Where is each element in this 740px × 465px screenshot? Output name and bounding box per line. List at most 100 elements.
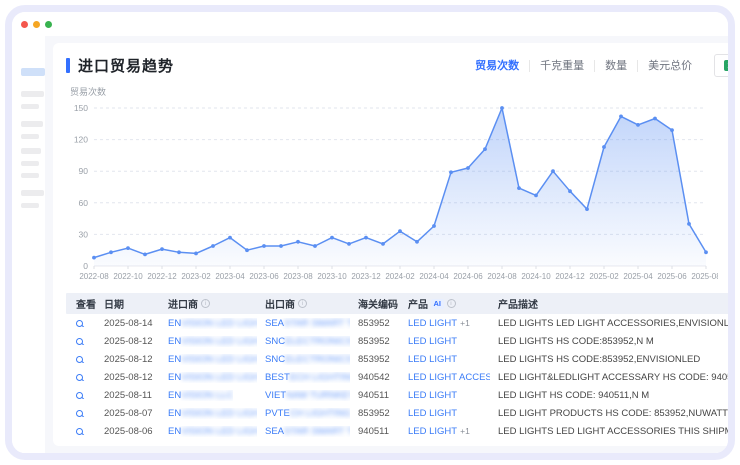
sidebar-item-active[interactable] — [21, 68, 45, 76]
company-name-pre: VIET — [265, 390, 286, 401]
trade-table: 查看日期进口商出口商海关编码产品AI产品描述原产国2025-08-14ENVIS… — [66, 293, 735, 440]
product-cell[interactable]: LED LIGHT — [404, 390, 494, 401]
exporter-cell[interactable]: VIETNAM TURNKEY — [261, 390, 354, 401]
company-name-pre: EN — [168, 318, 181, 329]
info-icon[interactable] — [298, 299, 307, 308]
importer-cell[interactable]: ENVISION LED LIGHTING L... — [164, 336, 261, 347]
metric-tab-1[interactable]: 千克重量 — [529, 60, 594, 72]
date-cell: 2025-08-12 — [100, 372, 164, 383]
product-cell[interactable]: LED LIGHT — [404, 336, 494, 347]
exporter-cell[interactable]: PVTECH LIGHTINGW VI... — [261, 408, 354, 419]
table-row: 2025-08-12ENVISION LED LIGHTING L...SNCE… — [66, 350, 735, 368]
product-cell[interactable]: LED LIGHT — [404, 408, 494, 419]
view-detail-icon[interactable] — [76, 320, 83, 327]
company-name-pre: EN — [168, 390, 181, 401]
product-cell[interactable]: LED LIGHT ACCESSORY — [404, 372, 494, 383]
product-link[interactable]: LED LIGHT — [408, 408, 457, 419]
hs-code-cell: 940511 — [354, 426, 404, 437]
product-link[interactable]: LED LIGHT — [408, 318, 457, 329]
sidebar-item[interactable] — [21, 104, 39, 109]
view-detail-icon[interactable] — [76, 428, 83, 435]
svg-text:120: 120 — [74, 135, 88, 145]
window-close-button[interactable] — [21, 21, 28, 28]
export-excel-button[interactable]: 导出Excel — [714, 54, 735, 77]
table-row: 2025-08-14ENVISION LED LIGHTING L...SEAS… — [66, 314, 735, 332]
sidebar-item[interactable] — [21, 134, 39, 139]
exporter-cell[interactable]: SEASTAR SMART TECH ... — [261, 426, 354, 437]
svg-text:2023-06: 2023-06 — [249, 272, 279, 281]
date-cell: 2025-08-06 — [100, 426, 164, 437]
product-cell[interactable]: LED LIGHT+1 — [404, 426, 494, 437]
importer-cell[interactable]: ENVISION LED LIGHTING L... — [164, 408, 261, 419]
svg-text:2025-08: 2025-08 — [691, 272, 718, 281]
company-name-pre: EN — [168, 426, 181, 437]
svg-text:2022-10: 2022-10 — [113, 272, 143, 281]
browser-window: 进口贸易趋势 贸易次数千克重量数量美元总价 导出Excel 贸易次数 — [5, 5, 735, 460]
svg-text:2023-12: 2023-12 — [351, 272, 381, 281]
company-name-blur: VISION LED LIGHTI — [181, 318, 257, 329]
exporter-cell[interactable]: SNCELECTRONICSVIET... — [261, 336, 354, 347]
importer-cell[interactable]: ENVISION LED LIGHTING L... — [164, 372, 261, 383]
svg-text:2024-06: 2024-06 — [453, 272, 483, 281]
sidebar-item[interactable] — [21, 173, 39, 178]
panel-header: 进口贸易趋势 贸易次数千克重量数量美元总价 导出Excel — [66, 54, 735, 77]
importer-cell[interactable]: ENVISION LED LIGHTING L... — [164, 318, 261, 329]
product-link[interactable]: LED LIGHT — [408, 390, 457, 401]
column-header-product: 产品AI — [404, 296, 494, 311]
importer-cell[interactable]: ENVISION LED LIGHTING L... — [164, 354, 261, 365]
product-link[interactable]: LED LIGHT — [408, 354, 457, 365]
sidebar-item[interactable] — [21, 121, 43, 127]
window-minimize-button[interactable] — [33, 21, 40, 28]
date-cell: 2025-08-14 — [100, 318, 164, 329]
product-cell[interactable]: LED LIGHT+1 — [404, 318, 494, 329]
svg-text:90: 90 — [79, 166, 89, 176]
metric-tab-3[interactable]: 美元总价 — [637, 60, 702, 72]
svg-text:0: 0 — [83, 261, 88, 271]
column-header-description: 产品描述 — [494, 296, 735, 311]
company-name-blur: VISION LED LIGHTI — [181, 426, 257, 437]
view-detail-icon[interactable] — [76, 392, 83, 399]
info-icon[interactable] — [447, 299, 456, 308]
view-detail-icon[interactable] — [76, 410, 83, 417]
column-header-view: 查看 — [66, 296, 100, 311]
sidebar-item[interactable] — [21, 190, 44, 196]
sidebar-item[interactable] — [21, 91, 44, 97]
view-detail-icon[interactable] — [76, 338, 83, 345]
column-label: 进口商 — [168, 296, 198, 311]
product-link[interactable]: LED LIGHT ACCESSORY — [408, 372, 490, 383]
sidebar-item[interactable] — [21, 148, 41, 154]
importer-cell[interactable]: ENVISION LLC — [164, 390, 261, 401]
company-name-blur: VISION LLC — [181, 390, 233, 401]
column-label: 海关编码 — [358, 296, 398, 311]
product-link[interactable]: LED LIGHT — [408, 426, 457, 437]
company-name-pre: PVTE — [265, 408, 290, 419]
info-icon[interactable] — [201, 299, 210, 308]
view-cell — [66, 320, 100, 327]
exporter-cell[interactable]: SEASTAR SMART TECH ... — [261, 318, 354, 329]
main-area: 进口贸易趋势 贸易次数千克重量数量美元总价 导出Excel 贸易次数 — [45, 36, 735, 453]
company-name-pre: SNC — [265, 336, 285, 347]
product-link[interactable]: LED LIGHT — [408, 336, 457, 347]
svg-text:60: 60 — [79, 198, 89, 208]
exporter-cell[interactable]: SNCELECTRONICSVIET... — [261, 354, 354, 365]
window-zoom-button[interactable] — [45, 21, 52, 28]
company-name-pre: EN — [168, 354, 181, 365]
date-cell: 2025-08-07 — [100, 408, 164, 419]
svg-text:2023-04: 2023-04 — [215, 272, 245, 281]
view-detail-icon[interactable] — [76, 356, 83, 363]
exporter-cell[interactable]: BESTECH LIGHTINGTHA... — [261, 372, 354, 383]
svg-text:2024-10: 2024-10 — [521, 272, 551, 281]
company-name-pre: EN — [168, 408, 181, 419]
view-detail-icon[interactable] — [76, 374, 83, 381]
metric-tab-2[interactable]: 数量 — [594, 60, 637, 72]
sidebar-item[interactable] — [21, 161, 39, 166]
product-cell[interactable]: LED LIGHT — [404, 354, 494, 365]
sidebar-item[interactable] — [21, 203, 39, 208]
ai-badge: AI — [431, 299, 444, 309]
description-cell: LED LIGHT HS CODE: 940511,N M — [494, 390, 735, 401]
view-cell — [66, 428, 100, 435]
svg-text:2023-02: 2023-02 — [181, 272, 211, 281]
chart-y-axis-title: 贸易次数 — [70, 85, 735, 98]
metric-tab-0[interactable]: 贸易次数 — [465, 60, 529, 72]
importer-cell[interactable]: ENVISION LED LIGHTING L... — [164, 426, 261, 437]
